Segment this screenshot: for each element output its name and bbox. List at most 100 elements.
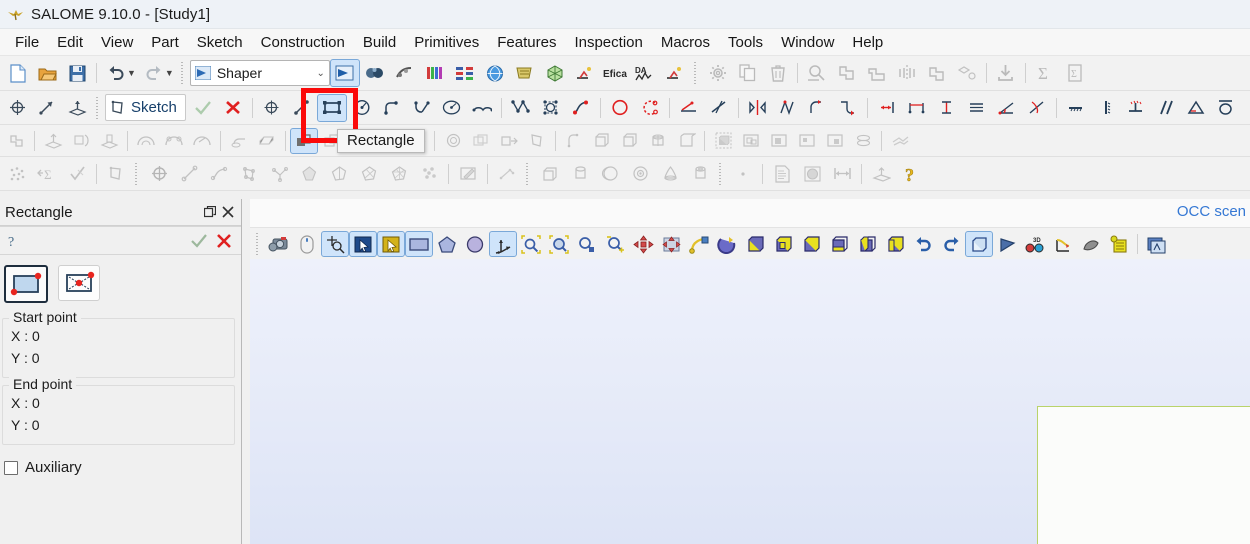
module-adao-icon[interactable]: DA — [630, 59, 660, 87]
primitive-box2-icon[interactable] — [535, 160, 565, 188]
plane-view-icon[interactable] — [866, 160, 896, 188]
module-selector[interactable]: Shaper ⌄ — [189, 60, 330, 86]
construction-curve-icon[interactable] — [560, 128, 588, 154]
menu-sketch[interactable]: Sketch — [188, 32, 252, 53]
select-point-icon[interactable] — [321, 231, 349, 257]
delete-icon[interactable] — [763, 59, 793, 87]
help-icon[interactable]: ? — [5, 232, 23, 250]
small-dot-icon[interactable] — [728, 160, 758, 188]
import-icon[interactable] — [991, 59, 1021, 87]
primitive-cylinder-icon[interactable] — [644, 128, 672, 154]
feature-pipe-icon[interactable] — [132, 128, 160, 154]
module-openturns-icon[interactable] — [570, 59, 600, 87]
right-view-icon[interactable] — [881, 231, 909, 257]
stereo-view-icon[interactable]: 3D — [1021, 231, 1049, 257]
left-view-icon[interactable] — [853, 231, 881, 257]
graduated-axes-icon[interactable] — [1049, 231, 1077, 257]
select-face-icon[interactable] — [377, 231, 405, 257]
misc-toolbar-grip[interactable] — [718, 162, 725, 185]
sketch-offset-icon[interactable] — [704, 94, 734, 122]
menu-features[interactable]: Features — [488, 32, 565, 53]
sketch-split-icon[interactable] — [833, 94, 863, 122]
field-icon[interactable] — [849, 128, 877, 154]
module-yacs-icon[interactable] — [450, 59, 480, 87]
sketch-trim-icon[interactable] — [635, 94, 665, 122]
chevron-down-icon[interactable]: ⌄ — [316, 68, 324, 79]
save-document-icon[interactable] — [62, 59, 92, 87]
view-parameters-icon[interactable] — [1105, 231, 1133, 257]
rectangle-by-corners-icon[interactable] — [4, 265, 48, 303]
perspective-projection-icon[interactable] — [993, 231, 1021, 257]
select-circle-icon[interactable] — [461, 231, 489, 257]
cancel-icon[interactable] — [215, 232, 233, 250]
feature-angle-icon[interactable] — [523, 128, 551, 154]
menu-edit[interactable]: Edit — [48, 32, 92, 53]
constraint-vertical-distance-icon[interactable] — [932, 94, 962, 122]
feature-chamfer-icon[interactable] — [253, 128, 281, 154]
module-shaper-icon[interactable] — [329, 59, 360, 87]
sketch-mirror-icon[interactable] — [743, 94, 773, 122]
document-report-icon[interactable] — [767, 160, 797, 188]
construction-face-icon[interactable] — [294, 160, 324, 188]
orthographic-projection-icon[interactable] — [965, 231, 993, 257]
menu-construction[interactable]: Construction — [252, 32, 354, 53]
constraint-horizontal-distance-icon[interactable] — [962, 94, 992, 122]
feature-recover-icon[interactable] — [439, 128, 467, 154]
pan-icon[interactable] — [629, 231, 657, 257]
auxiliary-checkbox-row[interactable]: Auxiliary — [0, 445, 241, 476]
menu-macros[interactable]: Macros — [652, 32, 719, 53]
dump-view-icon[interactable] — [265, 231, 293, 257]
construction-compsolid-icon[interactable] — [384, 160, 414, 188]
rectangle-by-center-icon[interactable] — [58, 265, 100, 301]
feature-sweep-icon[interactable] — [188, 128, 216, 154]
constraint-parallel-icon[interactable] — [1151, 94, 1181, 122]
preferences-icon[interactable] — [703, 59, 733, 87]
inspection-tool-icon[interactable] — [802, 59, 832, 87]
view-sync-icon[interactable] — [1142, 231, 1170, 257]
sketch-interpolation-icon[interactable] — [566, 94, 596, 122]
menu-bar[interactable]: File Edit View Part Sketch Construction … — [0, 29, 1250, 56]
primitive-box-icon[interactable] — [588, 128, 616, 154]
points-cloud-icon[interactable] — [2, 160, 32, 188]
copy-icon[interactable] — [733, 59, 763, 87]
construction-sketch-icon[interactable] — [101, 160, 131, 188]
sketch-ellipse-icon[interactable] — [437, 94, 467, 122]
zoom-fit-selection-icon[interactable] — [573, 231, 601, 257]
construction-compound-icon[interactable] — [414, 160, 444, 188]
construction-filling-icon[interactable] — [492, 160, 522, 188]
show-trihedron-icon[interactable] — [489, 231, 517, 257]
constraint-length-icon[interactable] — [902, 94, 932, 122]
select-rectangle-icon[interactable] — [405, 231, 433, 257]
constraint-vertical-icon[interactable] — [1091, 94, 1121, 122]
sketch-arc-icon[interactable] — [377, 94, 407, 122]
construction-toolbar-grip[interactable] — [134, 162, 141, 185]
close-icon[interactable] — [219, 203, 237, 221]
construction-point-icon[interactable] — [144, 160, 174, 188]
feature-extrusion-icon[interactable] — [39, 128, 67, 154]
ambient-light-icon[interactable] — [1077, 231, 1105, 257]
viewer-canvas[interactable] — [250, 259, 1250, 544]
zoom-icon[interactable] — [601, 231, 629, 257]
sketch-bspline-periodic-icon[interactable] — [536, 94, 566, 122]
constraint-radius-icon[interactable] — [1211, 94, 1241, 122]
module-paravis-icon[interactable] — [420, 59, 450, 87]
primitives-toolbar-grip[interactable] — [525, 162, 532, 185]
construction-axis-icon[interactable] — [174, 160, 204, 188]
rotation-point-icon[interactable] — [685, 231, 713, 257]
primitive-box2-icon[interactable] — [616, 128, 644, 154]
toolbar-grip[interactable] — [179, 62, 187, 84]
group-substraction-icon[interactable] — [793, 128, 821, 154]
menu-inspection[interactable]: Inspection — [565, 32, 651, 53]
feature-extrusion-cut-icon[interactable] — [95, 128, 123, 154]
construction-shell-icon[interactable] — [324, 160, 354, 188]
feature-measurement-icon[interactable] — [495, 128, 523, 154]
module-geometry-icon[interactable] — [360, 59, 390, 87]
construction-curve-icon-2[interactable] — [204, 160, 234, 188]
sketch-elliptic-arc-icon[interactable] — [467, 94, 497, 122]
shape-tool-icon[interactable] — [832, 59, 862, 87]
sketch-translation-icon[interactable] — [773, 94, 803, 122]
open-document-icon[interactable] — [32, 59, 62, 87]
top-view-icon[interactable] — [797, 231, 825, 257]
shape-split-icon[interactable] — [862, 59, 892, 87]
sketch-fillet-icon[interactable] — [674, 94, 704, 122]
